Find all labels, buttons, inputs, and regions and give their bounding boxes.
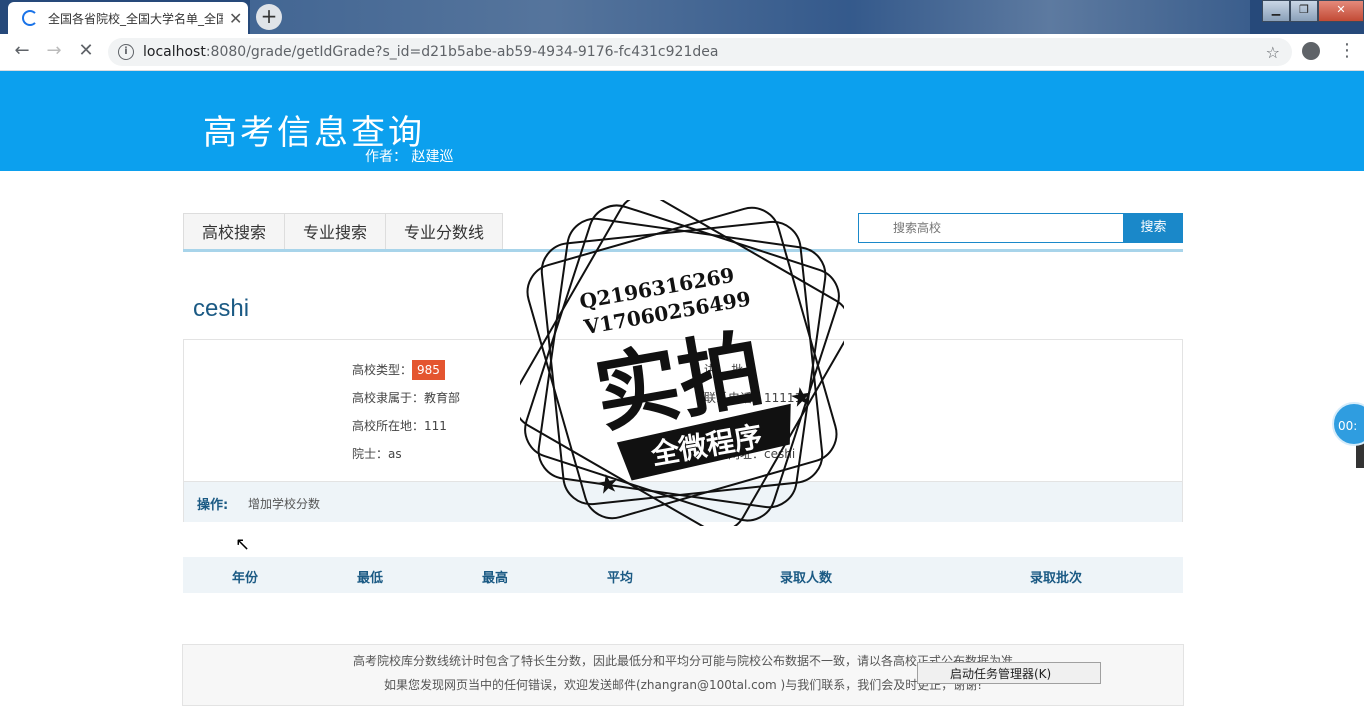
col-year: 年份 xyxy=(232,571,259,586)
desktop-background xyxy=(250,0,1250,34)
tab-title: 全国各省院校_全国大学名单_全国 xyxy=(48,11,223,26)
stop-loading-icon[interactable]: ✕ xyxy=(74,40,98,61)
add-score-link[interactable]: 增加学校分数 xyxy=(248,495,320,512)
browser-toolbar: ← → ✕ i localhost:8080/grade/getIdGrade?… xyxy=(0,34,1364,71)
site-info-icon[interactable]: i xyxy=(118,44,134,60)
close-tab-icon[interactable]: ✕ xyxy=(229,9,242,28)
close-window-button[interactable]: ✕ xyxy=(1318,0,1364,22)
mouse-cursor-icon: ↖ xyxy=(235,534,251,555)
tab-major-search[interactable]: 专业搜索 xyxy=(284,213,387,250)
browser-menu-icon[interactable]: ⋮ xyxy=(1338,40,1356,61)
school-academician: 院士：as xyxy=(352,447,402,461)
school-search: 搜索 xyxy=(858,213,1183,243)
site-banner: 高考信息查询 作者： 赵建巡 xyxy=(0,71,1364,171)
col-admitted: 录取人数 xyxy=(780,571,833,586)
school-info-left: 高校类型： 985 高校隶属于：教育部 高校所在地：111 院士：as xyxy=(352,359,460,471)
school-type-badge: 985 xyxy=(412,360,445,380)
maximize-button[interactable]: ❐ xyxy=(1290,0,1318,22)
operations-label: 操作: xyxy=(197,498,229,513)
col-max: 最高 xyxy=(482,571,509,586)
window-controls: ▁ ❐ ✕ xyxy=(1262,0,1364,22)
minimize-button[interactable]: ▁ xyxy=(1262,0,1290,22)
col-avg: 平均 xyxy=(607,571,634,586)
school-location: 高校所在地：111 xyxy=(352,419,447,433)
forward-icon[interactable]: → xyxy=(42,40,66,61)
context-menu-item-task-manager[interactable]: 启动任务管理器(K) xyxy=(917,662,1101,684)
author-label: 作者： 赵建巡 xyxy=(365,149,454,165)
loading-icon xyxy=(22,10,38,26)
browser-tab[interactable]: 全国各省院校_全国大学名单_全国 ✕ xyxy=(8,2,248,34)
main-nav: 高校搜索 专业搜索 专业分数线 xyxy=(183,213,504,250)
back-icon[interactable]: ← xyxy=(10,40,34,61)
browser-tab-bar: 全国各省院校_全国大学名单_全国 ✕ + ▁ ❐ ✕ xyxy=(0,0,1364,34)
address-bar[interactable]: i localhost:8080/grade/getIdGrade?s_id=d… xyxy=(108,38,1292,66)
recording-timer[interactable]: 00: xyxy=(1332,402,1364,446)
bookmark-star-icon[interactable]: ☆ xyxy=(1266,43,1280,62)
col-batch: 录取批次 xyxy=(1030,571,1083,586)
tab-school-search[interactable]: 高校搜索 xyxy=(183,213,286,250)
score-table-header: 年份 最低 最高 平均 录取人数 录取批次 xyxy=(183,557,1183,593)
search-button[interactable]: 搜索 xyxy=(1124,213,1183,243)
watermark-stamp: Q2196316269 V17060256499 实拍 全微程序 ★ ★ xyxy=(520,200,844,526)
new-tab-button[interactable]: + xyxy=(256,4,282,30)
col-min: 最低 xyxy=(357,571,384,586)
url-text[interactable]: localhost:8080/grade/getIdGrade?s_id=d21… xyxy=(143,44,718,60)
school-title: ceshi xyxy=(193,295,250,322)
search-input[interactable] xyxy=(858,213,1124,243)
tab-major-scores[interactable]: 专业分数线 xyxy=(385,213,504,250)
school-affiliation: 高校隶属于：教育部 xyxy=(352,391,461,405)
school-type-row: 高校类型： 985 xyxy=(352,359,460,387)
star-icon: ★ xyxy=(594,468,622,502)
profile-icon[interactable] xyxy=(1302,42,1320,60)
